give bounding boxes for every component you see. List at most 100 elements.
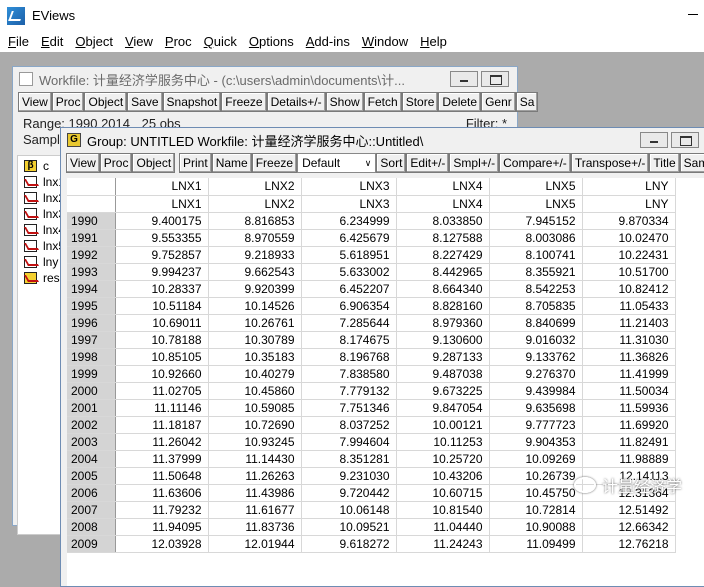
column-label[interactable]: LNX2 xyxy=(208,195,302,213)
wf-object-button[interactable]: Object xyxy=(84,92,128,112)
wf-genr-button[interactable]: Genr xyxy=(481,92,516,112)
data-cell[interactable]: 10.78188 xyxy=(115,331,209,349)
data-cell[interactable]: 10.72814 xyxy=(489,501,583,519)
minimize-icon[interactable] xyxy=(688,14,698,15)
data-cell[interactable]: 11.61677 xyxy=(208,501,302,519)
data-cell[interactable]: 10.92660 xyxy=(115,365,209,383)
wf-delete-button[interactable]: Delete xyxy=(438,92,482,112)
data-cell[interactable]: 9.231030 xyxy=(301,467,397,485)
data-cell[interactable]: 10.35183 xyxy=(208,348,302,366)
corner-cell[interactable] xyxy=(67,178,116,196)
data-cell[interactable]: 9.218933 xyxy=(208,246,302,264)
format-select[interactable]: Default ∨ xyxy=(297,153,377,173)
column-header[interactable]: LNX2 xyxy=(208,178,302,196)
data-cell[interactable]: 9.635698 xyxy=(489,399,583,417)
data-cell[interactable]: 9.847054 xyxy=(396,399,490,417)
wf-freeze-button[interactable]: Freeze xyxy=(221,92,267,112)
data-cell[interactable]: 9.439984 xyxy=(489,382,583,400)
group-titlebar[interactable]: G Group: UNTITLED Workfile: 计量经济学服务中心::U… xyxy=(61,128,704,152)
data-cell[interactable]: 9.618272 xyxy=(301,535,397,553)
data-cell[interactable]: 9.673225 xyxy=(396,382,490,400)
data-cell[interactable]: 8.442965 xyxy=(396,263,490,281)
data-cell[interactable]: 10.30789 xyxy=(208,331,302,349)
data-cell[interactable]: 10.22431 xyxy=(582,246,676,264)
data-cell[interactable]: 11.69920 xyxy=(582,416,676,434)
data-cell[interactable]: 11.02705 xyxy=(115,382,209,400)
row-label[interactable]: 2006 xyxy=(67,484,116,502)
column-label[interactable]: LNX4 xyxy=(396,195,490,213)
data-cell[interactable]: 5.633002 xyxy=(301,263,397,281)
wf-sample-button[interactable]: Sa xyxy=(515,92,539,112)
data-cell[interactable]: 10.26761 xyxy=(208,314,302,332)
corner-cell[interactable] xyxy=(67,195,116,213)
data-cell[interactable]: 12.03928 xyxy=(115,535,209,553)
data-cell[interactable]: 10.45860 xyxy=(208,382,302,400)
menu-edit[interactable]: Edit xyxy=(37,34,67,49)
row-label[interactable]: 2005 xyxy=(67,467,116,485)
data-cell[interactable]: 8.227429 xyxy=(396,246,490,264)
data-cell[interactable]: 11.21403 xyxy=(582,314,676,332)
group-minimize-button[interactable] xyxy=(640,132,668,148)
row-label[interactable]: 1998 xyxy=(67,348,116,366)
data-cell[interactable]: 10.51184 xyxy=(115,297,209,315)
column-label[interactable]: LNY xyxy=(582,195,676,213)
data-cell[interactable]: 11.94095 xyxy=(115,518,209,536)
grp-object-button[interactable]: Object xyxy=(132,153,176,173)
data-cell[interactable]: 9.287133 xyxy=(396,348,490,366)
data-cell[interactable]: 10.14526 xyxy=(208,297,302,315)
column-label[interactable]: LNX5 xyxy=(489,195,583,213)
grp-sample-button[interactable]: Samp xyxy=(679,153,704,173)
wf-view-button[interactable]: View xyxy=(18,92,52,112)
column-header[interactable]: LNX4 xyxy=(396,178,490,196)
data-cell[interactable]: 11.26042 xyxy=(115,433,209,451)
data-cell[interactable]: 10.43206 xyxy=(396,467,490,485)
data-cell[interactable]: 11.37999 xyxy=(115,450,209,468)
workfile-minimize-button[interactable] xyxy=(450,71,478,87)
grp-proc-button[interactable]: Proc xyxy=(99,153,133,173)
data-cell[interactable]: 9.752857 xyxy=(115,246,209,264)
data-cell[interactable]: 10.02470 xyxy=(582,229,676,247)
row-label[interactable]: 1999 xyxy=(67,365,116,383)
data-cell[interactable]: 8.664340 xyxy=(396,280,490,298)
data-cell[interactable]: 12.76218 xyxy=(582,535,676,553)
data-cell[interactable]: 9.133762 xyxy=(489,348,583,366)
row-label[interactable]: 2009 xyxy=(67,535,116,553)
data-cell[interactable]: 10.59085 xyxy=(208,399,302,417)
row-label[interactable]: 2007 xyxy=(67,501,116,519)
data-cell[interactable]: 10.09521 xyxy=(301,518,397,536)
data-cell[interactable]: 11.26263 xyxy=(208,467,302,485)
data-cell[interactable]: 8.100741 xyxy=(489,246,583,264)
menu-proc[interactable]: Proc xyxy=(161,34,196,49)
data-cell[interactable]: 10.25720 xyxy=(396,450,490,468)
grp-view-button[interactable]: View xyxy=(66,153,100,173)
data-cell[interactable]: 7.285644 xyxy=(301,314,397,332)
data-cell[interactable]: 10.60715 xyxy=(396,484,490,502)
data-cell[interactable]: 6.452207 xyxy=(301,280,397,298)
data-cell[interactable]: 10.72690 xyxy=(208,416,302,434)
data-cell[interactable]: 9.870334 xyxy=(582,212,676,230)
workfile-maximize-button[interactable] xyxy=(481,71,509,87)
data-cell[interactable]: 10.26739 xyxy=(489,467,583,485)
data-cell[interactable]: 10.85105 xyxy=(115,348,209,366)
data-cell[interactable]: 8.174675 xyxy=(301,331,397,349)
data-cell[interactable]: 9.016032 xyxy=(489,331,583,349)
data-cell[interactable]: 8.840699 xyxy=(489,314,583,332)
grp-sort-button[interactable]: Sort xyxy=(376,153,407,173)
data-cell[interactable]: 10.28337 xyxy=(115,280,209,298)
wf-details-button[interactable]: Details+/- xyxy=(266,92,326,112)
data-cell[interactable]: 8.970559 xyxy=(208,229,302,247)
data-cell[interactable]: 11.83736 xyxy=(208,518,302,536)
row-label[interactable]: 1992 xyxy=(67,246,116,264)
data-cell[interactable]: 9.130600 xyxy=(396,331,490,349)
data-cell[interactable]: 8.033850 xyxy=(396,212,490,230)
wf-fetch-button[interactable]: Fetch xyxy=(363,92,402,112)
data-cell[interactable]: 11.11146 xyxy=(115,399,209,417)
data-cell[interactable]: 10.11253 xyxy=(396,433,490,451)
row-label[interactable]: 2004 xyxy=(67,450,116,468)
data-cell[interactable]: 11.41999 xyxy=(582,365,676,383)
data-cell[interactable]: 8.542253 xyxy=(489,280,583,298)
data-cell[interactable]: 7.779132 xyxy=(301,382,397,400)
column-label[interactable]: LNX1 xyxy=(115,195,209,213)
data-cell[interactable]: 10.81540 xyxy=(396,501,490,519)
grp-title-button[interactable]: Title xyxy=(649,153,680,173)
